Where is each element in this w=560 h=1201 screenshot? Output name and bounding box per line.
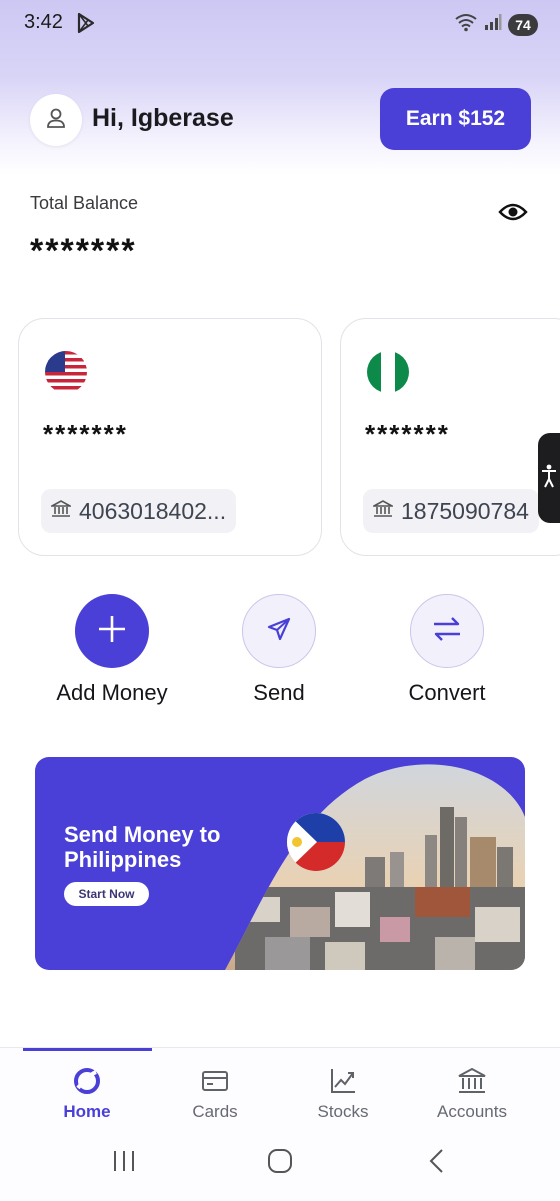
cards-icon [155, 1064, 275, 1098]
recent-apps-icon[interactable] [112, 1148, 136, 1179]
start-now-button[interactable]: Start Now [64, 882, 149, 906]
nav-accounts[interactable]: Accounts [412, 1064, 532, 1122]
total-balance-label: Total Balance [30, 193, 139, 213]
signal-icon [484, 13, 502, 36]
bank-icon [370, 499, 396, 523]
account-number-chip[interactable]: 4063018402... [41, 489, 237, 533]
stocks-icon [283, 1064, 403, 1098]
nav-home[interactable]: Home [27, 1064, 147, 1122]
back-icon[interactable] [428, 1148, 446, 1179]
promo-banner[interactable]: Send Money to Philippines Start Now [35, 757, 525, 970]
home-button-icon[interactable] [267, 1148, 293, 1179]
nav-accounts-label: Accounts [437, 1102, 507, 1121]
wifi-icon [454, 12, 478, 37]
user-icon [44, 106, 68, 135]
total-balance-value: ******* [30, 232, 137, 270]
nigeria-flag-icon [367, 351, 409, 393]
wallet-card-usd[interactable]: ******* 4063018402... [18, 318, 322, 556]
active-tab-indicator [23, 1048, 152, 1051]
earn-button[interactable]: Earn $152 [380, 88, 531, 150]
greeting: Hi, Igberase [92, 104, 234, 132]
wallet-card-ngn[interactable]: ******* 1875090784 [340, 318, 560, 556]
avatar[interactable] [30, 94, 82, 146]
accessibility-icon [541, 463, 557, 494]
eye-icon[interactable] [498, 200, 528, 229]
plus-icon [96, 613, 128, 650]
bank-icon [412, 1064, 532, 1098]
accessibility-button[interactable] [538, 433, 560, 523]
account-number-chip[interactable]: 1875090784 [363, 489, 539, 533]
send-icon [266, 616, 292, 647]
status-time: 3:42 [24, 11, 63, 33]
nav-home-label: Home [63, 1102, 111, 1121]
nav-cards-label: Cards [192, 1102, 238, 1121]
status-bar: 3:42 74 [0, 0, 560, 48]
convert-button[interactable] [410, 594, 484, 668]
us-flag-icon [45, 351, 87, 393]
send-button[interactable] [242, 594, 316, 668]
bank-icon [48, 499, 74, 523]
convert-label: Convert [408, 680, 486, 705]
add-money-button[interactable] [75, 594, 149, 668]
wallet-balance: ******* [365, 419, 450, 449]
promo-title: Send Money to Philippines [64, 822, 221, 872]
nav-stocks[interactable]: Stocks [283, 1064, 403, 1122]
nav-stocks-label: Stocks [317, 1102, 369, 1121]
wallet-balance: ******* [43, 419, 128, 449]
account-number: 4063018402... [79, 497, 227, 524]
play-store-icon [76, 12, 96, 39]
account-number: 1875090784 [401, 497, 529, 524]
convert-icon [431, 615, 463, 648]
nav-cards[interactable]: Cards [155, 1064, 275, 1122]
home-icon [27, 1064, 147, 1098]
battery-indicator: 74 [508, 13, 538, 36]
